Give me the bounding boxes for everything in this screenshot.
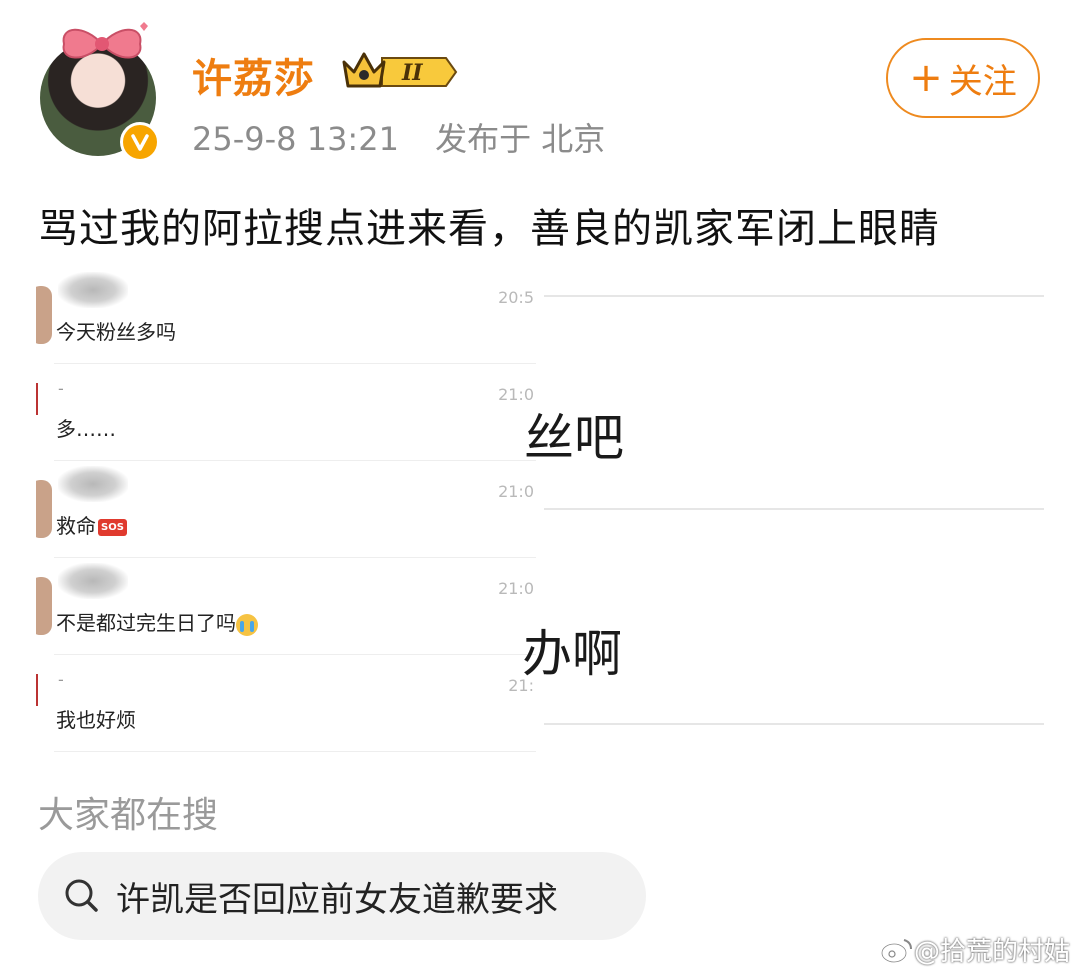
search-suggestion-pill[interactable]: 许凯是否回应前女友道歉要求 bbox=[38, 852, 646, 940]
divider bbox=[54, 654, 536, 655]
chat-message: 多…… bbox=[56, 417, 116, 441]
chat-screenshot-right: 丝吧 办啊 bbox=[522, 268, 1044, 752]
post-location: 发布于 北京 bbox=[435, 120, 606, 158]
weibo-logo-icon bbox=[880, 938, 912, 963]
divider bbox=[544, 508, 1044, 510]
divider bbox=[54, 460, 536, 461]
bow-decoration-icon bbox=[62, 22, 148, 59]
post-time: 25-9-8 13:21 bbox=[192, 120, 399, 158]
chat-message-with-emoji: 不是都过完生日了吗 bbox=[56, 607, 258, 636]
plus-icon: + bbox=[909, 55, 943, 101]
post-text: 骂过我的阿拉搜点进来看，善良的凯家军闭上眼睛 bbox=[38, 206, 940, 252]
divider bbox=[544, 723, 1044, 725]
follow-button[interactable]: + 关注 bbox=[886, 38, 1040, 118]
search-icon bbox=[65, 879, 98, 912]
crown-level-badge-icon: II bbox=[342, 52, 458, 88]
avatar-thumb bbox=[36, 577, 52, 635]
verified-badge-icon bbox=[120, 122, 160, 162]
watermark-text: @拾荒的村姑 bbox=[913, 937, 1070, 967]
chat-row: - 21:0 多…… bbox=[36, 365, 536, 461]
chat-message-with-emoji: 救命 SOS bbox=[56, 510, 127, 539]
avatar-edge bbox=[36, 383, 38, 415]
divider bbox=[544, 295, 1044, 297]
avatar-thumb bbox=[36, 286, 52, 344]
chat-row: 20:5 今天粉丝多吗 bbox=[36, 268, 536, 364]
watermark: @拾荒的村姑 bbox=[880, 931, 1070, 968]
blurred-name bbox=[58, 272, 128, 308]
post-meta: 25-9-8 13:21 发布于 北京 bbox=[192, 114, 605, 160]
chat-message: 我也好烦 bbox=[56, 708, 136, 732]
blurred-name bbox=[58, 466, 128, 502]
chat-message: 不是都过完生日了吗 bbox=[56, 611, 236, 635]
partial-chat-text: 办啊 bbox=[522, 625, 622, 683]
follow-label: 关注 bbox=[948, 61, 1017, 102]
level-badge-text: II bbox=[401, 60, 423, 86]
chat-row: 21:0 不是都过完生日了吗 bbox=[36, 559, 536, 655]
divider bbox=[54, 363, 536, 364]
chat-message: 救命 bbox=[56, 514, 96, 538]
avatar-thumb bbox=[36, 480, 52, 538]
chat-screenshot-left: 20:5 今天粉丝多吗 - 21:0 多…… 21:0 救命 SOS 21:0 不… bbox=[36, 268, 536, 752]
cry-face-icon bbox=[236, 613, 258, 636]
chat-message: 今天粉丝多吗 bbox=[56, 320, 176, 344]
avatar-edge bbox=[36, 674, 38, 706]
sos-emoji-icon: SOS bbox=[98, 519, 127, 536]
chat-sender: - bbox=[58, 670, 64, 689]
chat-time: 21:0 bbox=[498, 579, 534, 598]
username[interactable]: 许荔莎 bbox=[192, 46, 315, 104]
avatar-container[interactable] bbox=[38, 22, 162, 162]
chat-row: - 21: 我也好烦 bbox=[36, 656, 536, 752]
blurred-name bbox=[58, 563, 128, 599]
post-image[interactable]: 20:5 今天粉丝多吗 - 21:0 多…… 21:0 救命 SOS 21:0 不… bbox=[36, 268, 1044, 752]
divider bbox=[54, 751, 536, 752]
chat-sender: - bbox=[58, 379, 64, 398]
search-section-heading: 大家都在搜 bbox=[38, 795, 219, 836]
divider bbox=[54, 557, 536, 558]
partial-chat-text: 丝吧 bbox=[524, 409, 624, 467]
chat-row: 21:0 救命 SOS bbox=[36, 462, 536, 558]
chat-time: 20:5 bbox=[498, 288, 534, 307]
chat-time: 21:0 bbox=[498, 482, 534, 501]
search-suggestion-text: 许凯是否回应前女友道歉要求 bbox=[116, 879, 558, 920]
